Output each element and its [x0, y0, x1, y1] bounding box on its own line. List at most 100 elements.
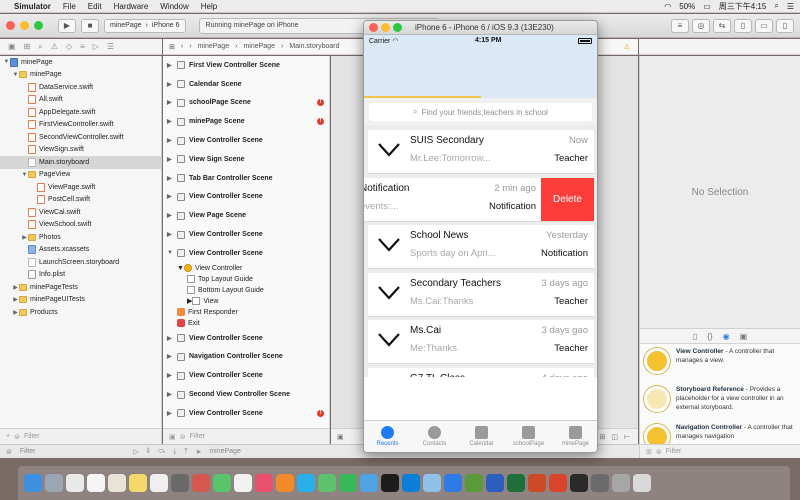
clock[interactable]: 周三下午4:15 — [719, 1, 767, 12]
debug-filter-input[interactable]: Filter — [20, 448, 36, 455]
tab-recents[interactable]: Recents — [364, 421, 411, 452]
library-item-storyboard-reference[interactable]: Storyboard Reference - Provides a placeh… — [640, 382, 800, 420]
dock-app-icon[interactable] — [192, 474, 210, 492]
conversation-list[interactable]: SUIS Secondary Now Mr.Lee:Tomorrow... Teach… — [364, 125, 597, 377]
disclosure-closed-icon[interactable]: ▶ — [167, 231, 177, 238]
navigator-item-pageview[interactable]: ▼ PageView — [0, 169, 161, 182]
disclosure-open-icon[interactable]: ▼ — [3, 59, 10, 65]
outline-toggle-icon[interactable]: ▣ — [337, 433, 344, 441]
navigator-item-launchscreen-storyboard[interactable]: LaunchScreen.storyboard — [0, 256, 161, 269]
scene-view-controller-scene[interactable]: ▶ View Controller Scene — [163, 329, 329, 348]
back-icon[interactable]: ‹ — [181, 43, 183, 50]
search-icon[interactable]: ⌕ — [774, 1, 778, 11]
disclosure-closed-icon[interactable]: ▶ — [167, 391, 177, 398]
close-window-icon[interactable] — [369, 23, 378, 32]
scene-first-view-controller-scene[interactable]: ▶ First View Controller Scene — [163, 56, 329, 75]
menu-file[interactable]: File — [63, 2, 76, 11]
navigator-item-firstviewcontroller-swift[interactable]: FirstViewController.swift — [0, 119, 161, 132]
tab-calendar[interactable]: Calendar — [458, 421, 505, 452]
scene-tab-bar-controller-scene[interactable]: ▶ Tab Bar Controller Scene — [163, 169, 329, 188]
outline-item-bottom-layout-guide[interactable]: Bottom Layout Guide — [163, 285, 329, 296]
dock-app-icon[interactable] — [234, 474, 252, 492]
outline-item-view-controller[interactable]: ▼ View Controller — [163, 263, 329, 274]
disclosure-closed-icon[interactable]: ▶ — [167, 62, 177, 69]
scene-second-view-controller-scene[interactable]: ▶ Second View Controller Scene — [163, 385, 329, 404]
tab-minepage[interactable]: minePage — [552, 421, 597, 452]
outline-item-top-layout-guide[interactable]: Top Layout Guide — [163, 274, 329, 285]
scene-minepage-scene[interactable]: ▶ minePage Scene! — [163, 112, 329, 131]
dock-app-icon[interactable] — [150, 474, 168, 492]
toggle-navigator-button[interactable]: ▯ — [734, 18, 752, 33]
chevron-down-icon[interactable] — [377, 142, 401, 158]
breadcrumb-file[interactable]: Main.storyboard — [289, 43, 339, 50]
dock-app-icon[interactable] — [570, 474, 588, 492]
dock-app-icon[interactable] — [87, 474, 105, 492]
disclosure-open-icon[interactable]: ▼ — [167, 250, 177, 256]
conversation-cell[interactable]: G7 TL Class4 days agoMe:Planner,thanksCl… — [368, 367, 594, 377]
dock-app-icon[interactable] — [465, 474, 483, 492]
dock-app-icon[interactable] — [486, 474, 504, 492]
dock-app-icon[interactable] — [633, 474, 651, 492]
disclosure-open-icon[interactable]: ▼ — [12, 72, 19, 78]
battery-icon[interactable]: ▭ — [703, 2, 711, 11]
scene-view-controller-scene[interactable]: ▶ View Controller Scene — [163, 366, 329, 385]
outline-item-first-responder[interactable]: First Responder — [163, 307, 329, 318]
scene-calendar-scene[interactable]: ▶ Calendar Scene — [163, 75, 329, 94]
error-icon[interactable]: ! — [317, 409, 324, 417]
test-icon[interactable]: ◇ — [66, 42, 72, 51]
toggle-debug-button[interactable]: ▭ — [755, 18, 773, 33]
add-icon[interactable]: + — [6, 433, 10, 440]
minimize-window-icon[interactable] — [381, 23, 390, 32]
outline-item-view[interactable]: ▶ View — [163, 296, 329, 307]
dock-app-icon[interactable] — [549, 474, 567, 492]
disclosure-closed-icon[interactable]: ▶ — [167, 81, 177, 88]
error-icon[interactable]: ! — [317, 118, 324, 126]
menu-app-name[interactable]: Simulator — [14, 2, 51, 11]
close-window-icon[interactable] — [6, 21, 15, 30]
conversation-cell[interactable]: Ms.Cai 3 days gao Me:Thanks Teacher — [368, 320, 594, 363]
dock-app-icon[interactable] — [129, 474, 147, 492]
scene-schoolpage-scene[interactable]: ▶ schoolPage Scene! — [163, 94, 329, 113]
dock-app-icon[interactable] — [276, 474, 294, 492]
dock-app-icon[interactable] — [24, 474, 42, 492]
dock-app-icon[interactable] — [444, 474, 462, 492]
menu-window[interactable]: Window — [160, 2, 188, 11]
dock-app-icon[interactable] — [45, 474, 63, 492]
library-item-navigation-controller[interactable]: Navigation Controller - A controller tha… — [640, 420, 800, 444]
dock-app-icon[interactable] — [66, 474, 84, 492]
navigator-item-dataservice-swift[interactable]: DataService.swift — [0, 81, 161, 94]
disclosure-closed-icon[interactable]: ▶ — [167, 372, 177, 379]
code-snippet-icon[interactable]: {} — [707, 332, 712, 341]
disclosure-closed-icon[interactable]: ▶ — [167, 193, 177, 200]
library-item-view-controller[interactable]: View Controller - A controller that mana… — [640, 344, 800, 382]
scene-view-controller-scene[interactable]: ▶ View Controller Scene — [163, 188, 329, 207]
scene-view-sign-scene[interactable]: ▶ View Sign Scene — [163, 150, 329, 169]
navigator-item-minepage[interactable]: ▼ minePage — [0, 69, 161, 82]
conversation-cell[interactable]: School News Yesterday Sports day on Apri..… — [368, 225, 594, 268]
forward-icon[interactable]: › — [189, 43, 191, 50]
dock-app-icon[interactable] — [108, 474, 126, 492]
disclosure-closed-icon[interactable]: ▶ — [167, 99, 177, 106]
report-icon[interactable]: ☰ — [107, 42, 114, 51]
chevron-down-icon[interactable] — [377, 285, 401, 301]
object-library-icon[interactable]: ◉ — [723, 332, 730, 341]
disclosure-closed-icon[interactable]: ▶ — [12, 296, 19, 303]
dock-app-icon[interactable] — [423, 474, 441, 492]
disclosure-closed-icon[interactable]: ▶ — [167, 335, 177, 342]
grid-view-icon[interactable]: ⊞ — [646, 448, 652, 456]
menu-hardware[interactable]: Hardware — [114, 2, 149, 11]
scene-view-page-scene[interactable]: ▶ View Page Scene — [163, 206, 329, 225]
assistant-editor-button[interactable]: ◎ — [692, 18, 710, 33]
search-input[interactable]: ⌕ Find your friends,teachers in school — [369, 103, 592, 121]
tab-contacts[interactable]: Contacts — [411, 421, 458, 452]
library-filter-input[interactable]: Filter — [666, 448, 682, 455]
breadcrumb-group[interactable]: minePage — [243, 43, 275, 50]
navigator-item-viewcal-swift[interactable]: ViewCal.swift — [0, 206, 161, 219]
toggle-utilities-button[interactable]: ▯ — [776, 18, 794, 33]
dock-app-icon[interactable] — [507, 474, 525, 492]
navigator-item-minepageuitests[interactable]: ▶ minePageUITests — [0, 294, 161, 307]
disclosure-closed-icon[interactable]: ▶ — [167, 175, 177, 182]
navigator-item-photos[interactable]: ▶ Photos — [0, 231, 161, 244]
navigator-item-viewsign-swift[interactable]: ViewSign.swift — [0, 144, 161, 157]
delete-button[interactable]: Delete — [541, 177, 594, 221]
